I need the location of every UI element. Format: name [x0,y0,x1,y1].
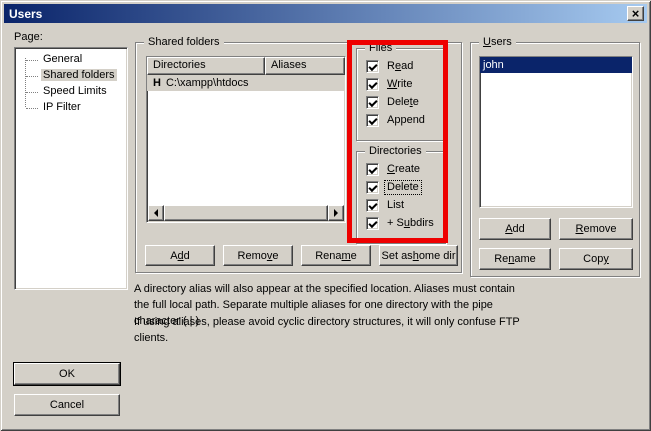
folder-remove-button[interactable]: Remove [223,245,293,266]
directory-row[interactable]: H C:\xampp\htdocs [147,75,345,91]
scroll-right-button[interactable] [328,205,344,221]
create-label[interactable]: Create [385,163,422,176]
write-label[interactable]: Write [385,78,414,91]
scrollbar-thumb[interactable] [164,205,328,221]
directories-legend: Directories [365,144,426,159]
directories-group: Directories Create Delete List + Subdirs [356,151,446,244]
ok-button[interactable]: OK [14,363,120,385]
dirs-delete-row: Delete [357,178,445,196]
dirs-create-row: Create [357,160,445,178]
append-checkbox[interactable] [366,114,379,127]
dirs-delete-checkbox[interactable] [366,181,379,194]
column-header-directories[interactable]: Directories [147,57,265,75]
directory-path: C:\xampp\htdocs [166,77,249,89]
home-marker: H [147,77,166,89]
shared-folders-group: Shared folders Directories Aliases H C:\… [135,42,462,273]
close-icon[interactable]: × [627,6,644,21]
user-row-john[interactable]: john [480,57,632,73]
files-delete-row: Delete [357,93,445,111]
files-append-row: Append [357,111,445,129]
write-checkbox[interactable] [366,78,379,91]
cyclic-note-text: If using aliases, please avoid cyclic di… [134,314,520,346]
arrow-right-icon [334,209,342,217]
files-legend: Files [365,41,396,56]
folder-add-button[interactable]: Add [145,245,215,266]
files-group: Files Read Write Delete Append [356,48,446,141]
titlebar[interactable]: Users × [4,4,647,23]
directories-listview: Directories Aliases H C:\xampp\htdocs [146,56,346,223]
files-read-row: Read [357,57,445,75]
files-delete-checkbox[interactable] [366,96,379,109]
folder-rename-button[interactable]: Rename [301,245,371,266]
users-list: john [479,56,633,208]
scroll-left-button[interactable] [148,205,164,221]
files-delete-label[interactable]: Delete [385,96,421,109]
column-header-aliases[interactable]: Aliases [265,57,345,75]
user-rename-button[interactable]: Rename [479,248,551,270]
create-checkbox[interactable] [366,163,379,176]
files-write-row: Write [357,75,445,93]
user-remove-button[interactable]: Remove [559,218,633,240]
read-label[interactable]: Read [385,60,415,73]
subdirs-label[interactable]: + Subdirs [385,217,436,230]
arrow-left-icon [150,209,158,217]
users-legend: Users [479,35,516,50]
shared-folders-legend: Shared folders [144,35,224,50]
cancel-button[interactable]: Cancel [14,394,120,416]
page-item-speed-limits[interactable]: Speed Limits [15,84,127,100]
append-label[interactable]: Append [385,114,427,127]
horizontal-scrollbar[interactable] [148,205,344,221]
user-copy-button[interactable]: Copy [559,248,633,270]
user-add-button[interactable]: Add [479,218,551,240]
page-item-shared-folders[interactable]: Shared folders [15,68,127,84]
dirs-delete-label[interactable]: Delete [385,181,421,194]
list-checkbox[interactable] [366,199,379,212]
page-label: Page: [14,31,43,43]
list-label[interactable]: List [385,199,406,212]
users-group: Users john Add Remove Rename Copy [470,42,640,277]
page-item-general[interactable]: General [15,52,127,68]
dirs-list-row: List [357,196,445,214]
listview-header-row: Directories Aliases [147,57,345,75]
read-checkbox[interactable] [366,60,379,73]
page-item-ip-filter[interactable]: IP Filter [15,100,127,116]
window-title: Users [9,7,42,21]
subdirs-checkbox[interactable] [366,217,379,230]
set-as-home-dir-button[interactable]: Set as home dir [379,245,458,266]
users-dialog: Users × Page: General Shared folders Spe… [0,0,651,431]
dirs-subdirs-row: + Subdirs [357,214,445,232]
page-list: General Shared folders Speed Limits IP F… [14,47,128,290]
